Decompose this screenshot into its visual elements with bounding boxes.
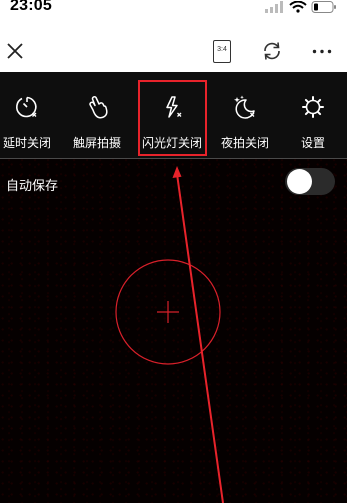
status-icons (265, 0, 337, 13)
close-icon[interactable] (7, 43, 23, 59)
switch-camera-icon[interactable] (261, 40, 283, 62)
status-bar: 23:05 (0, 0, 347, 16)
top-toolbar: 3:4 (0, 16, 347, 72)
battery-icon (311, 1, 336, 13)
more-icon[interactable] (312, 49, 332, 54)
aspect-ratio-button[interactable]: 3:4 (213, 40, 231, 63)
camera-viewfinder[interactable]: 延时关闭 触屏拍摄 闪光灯关闭 夜拍关闭 设置 自动保存 (0, 72, 347, 503)
wifi-icon (289, 0, 307, 13)
status-time: 23:05 (10, 0, 52, 14)
signal-icon (265, 1, 283, 13)
focus-reticle (115, 259, 221, 365)
aspect-ratio-icon: 3:4 (217, 46, 227, 53)
